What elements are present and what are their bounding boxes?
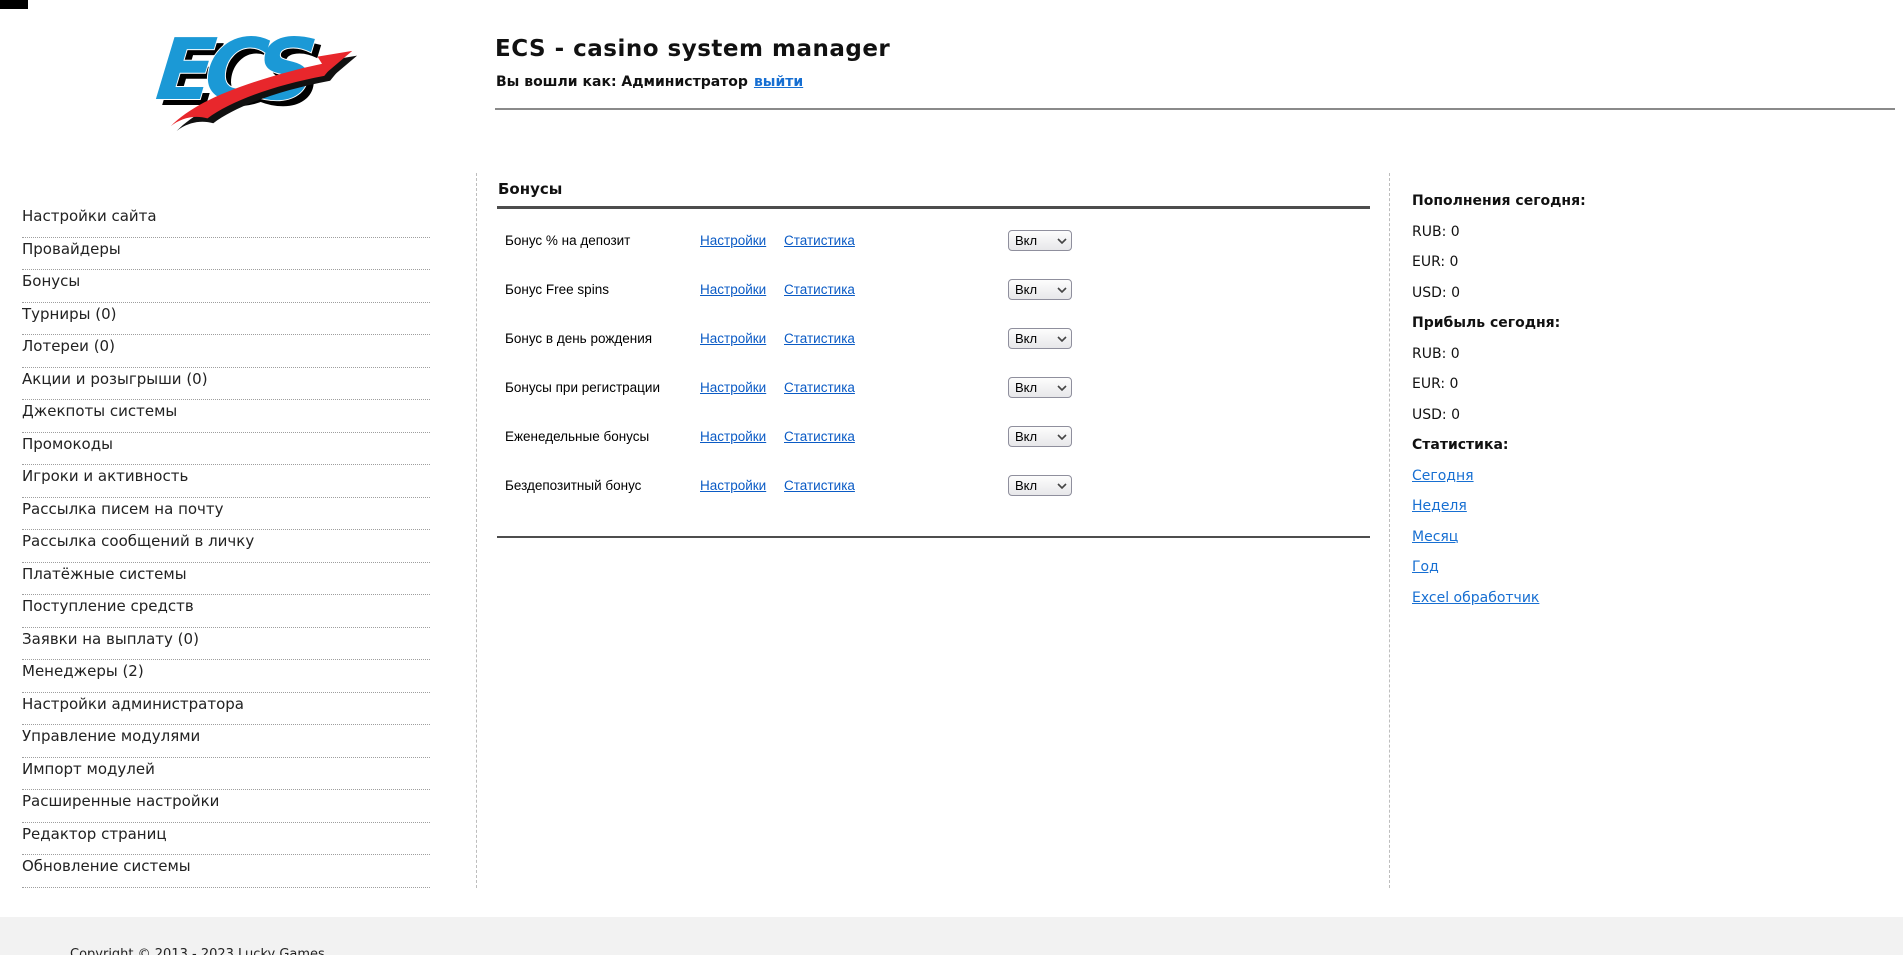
bonus-state-select-wrap: Вкл [1008, 377, 1072, 398]
bonus-statistics-link[interactable]: Статистика [784, 478, 855, 493]
bonus-settings-link[interactable]: Настройки [700, 331, 766, 346]
bonus-statistics-link[interactable]: Статистика [784, 233, 855, 248]
sidebar-item[interactable]: Обновление системы [22, 855, 430, 888]
deposit-value: RUB: 0 [1412, 223, 1852, 241]
login-status-text: Вы вошли как: Администратор [496, 74, 748, 90]
bonuses-heading: Бонусы [498, 180, 1370, 198]
bonus-state-select[interactable]: Вкл [1008, 230, 1072, 251]
sidebar-item[interactable]: Провайдеры [22, 238, 430, 271]
profit-value: EUR: 0 [1412, 375, 1852, 393]
stats-today-link[interactable]: Сегодня [1412, 467, 1852, 485]
bonuses-panel: Бонусы Бонус % на депозит Настройки Стат… [497, 180, 1370, 538]
deposits-today-heading: Пополнения сегодня: [1412, 192, 1852, 210]
sidebar-item[interactable]: Игроки и активность [22, 465, 430, 498]
sidebar-item[interactable]: Рассылка писем на почту [22, 498, 430, 531]
bonus-state-select[interactable]: Вкл [1008, 426, 1072, 447]
corner-artifact [0, 0, 28, 9]
sidebar-item[interactable]: Поступление средств [22, 595, 430, 628]
sidebar-item[interactable]: Расширенные настройки [22, 790, 430, 823]
stats-today-link[interactable]: Сегодня [1412, 467, 1474, 485]
sidebar-main-divider [476, 173, 477, 888]
bonus-label: Бонус в день рождения [497, 331, 692, 346]
profit-value: RUB: 0 [1412, 345, 1852, 363]
profit-today-heading: Прибыль сегодня: [1412, 314, 1852, 332]
bonus-state-select[interactable]: Вкл [1008, 475, 1072, 496]
bonus-rows: Бонус % на депозит Настройки Статистика … [497, 209, 1370, 510]
sidebar-item[interactable]: Турниры (0) [22, 303, 430, 336]
sidebar-item[interactable]: Менеджеры (2) [22, 660, 430, 693]
bonus-row: Бонус % на депозит Настройки Статистика … [497, 216, 1370, 265]
stats-excel-link[interactable]: Excel обработчик [1412, 589, 1539, 607]
bonus-label: Бонус Free spins [497, 282, 692, 297]
ecs-logo: ECS ECS [138, 12, 360, 136]
bonus-statistics-link[interactable]: Статистика [784, 380, 855, 395]
sidebar-item[interactable]: Промокоды [22, 433, 430, 466]
bonus-state-select[interactable]: Вкл [1008, 279, 1072, 300]
stats-month-link[interactable]: Месяц [1412, 528, 1852, 546]
bonus-state-select-wrap: Вкл [1008, 328, 1072, 349]
sidebar-item[interactable]: Импорт модулей [22, 758, 430, 791]
stats-week-link[interactable]: Неделя [1412, 497, 1467, 515]
bonus-row: Бонусы при регистрации Настройки Статист… [497, 363, 1370, 412]
bonus-row: Еженедельные бонусы Настройки Статистика… [497, 412, 1370, 461]
bonus-statistics-link[interactable]: Статистика [784, 282, 855, 297]
bonus-label: Бездепозитный бонус [497, 478, 692, 493]
sidebar-item[interactable]: Управление модулями [22, 725, 430, 758]
stats-month-link[interactable]: Месяц [1412, 528, 1458, 546]
bonus-settings-link[interactable]: Настройки [700, 233, 766, 248]
sidebar-item[interactable]: Рассылка сообщений в личку [22, 530, 430, 563]
stats-year-link[interactable]: Год [1412, 558, 1439, 576]
header-divider [495, 108, 1895, 110]
bonus-statistics-link[interactable]: Статистика [784, 429, 855, 444]
bonuses-bottom-divider [497, 536, 1370, 538]
sidebar-item[interactable]: Акции и розыгрыши (0) [22, 368, 430, 401]
bonus-statistics-link[interactable]: Статистика [784, 331, 855, 346]
stats-excel-link[interactable]: Excel обработчик [1412, 589, 1852, 607]
sidebar-item[interactable]: Лотереи (0) [22, 335, 430, 368]
copyright-text: Copyright © 2013 - 2023 Lucky Games [70, 947, 325, 955]
sidebar-item[interactable]: Платёжные системы [22, 563, 430, 596]
sidebar-menu: Настройки сайтаПровайдерыБонусыТурниры (… [22, 205, 430, 888]
bonus-label: Еженедельные бонусы [497, 429, 692, 444]
bonus-settings-link[interactable]: Настройки [700, 282, 766, 297]
main-right-divider [1389, 173, 1390, 888]
bonus-settings-link[interactable]: Настройки [700, 478, 766, 493]
page-footer: Copyright © 2013 - 2023 Lucky Games [0, 917, 1903, 955]
sidebar-item[interactable]: Настройки администратора [22, 693, 430, 726]
sidebar-item[interactable]: Заявки на выплату (0) [22, 628, 430, 661]
deposit-value: USD: 0 [1412, 284, 1852, 302]
bonus-state-select-wrap: Вкл [1008, 426, 1072, 447]
bonus-label: Бонусы при регистрации [497, 380, 692, 395]
bonus-settings-link[interactable]: Настройки [700, 380, 766, 395]
statistics-heading: Статистика: [1412, 436, 1852, 454]
sidebar-item[interactable]: Редактор страниц [22, 823, 430, 856]
bonus-state-select[interactable]: Вкл [1008, 328, 1072, 349]
bonus-settings-link[interactable]: Настройки [700, 429, 766, 444]
today-stats-panel: Пополнения сегодня: RUB: 0 EUR: 0 USD: 0 При… [1412, 192, 1852, 619]
stats-week-link[interactable]: Неделя [1412, 497, 1852, 515]
stats-year-link[interactable]: Год [1412, 558, 1852, 576]
logout-link[interactable]: выйти [754, 74, 803, 90]
bonus-state-select[interactable]: Вкл [1008, 377, 1072, 398]
bonus-row: Бездепозитный бонус Настройки Статистика… [497, 461, 1370, 510]
sidebar-item[interactable]: Джекпоты системы [22, 400, 430, 433]
sidebar-item[interactable]: Настройки сайта [22, 205, 430, 238]
page-title: ECS - casino system manager [495, 36, 890, 62]
profit-value: USD: 0 [1412, 406, 1852, 424]
bonus-row: Бонус Free spins Настройки Статистика Вк… [497, 265, 1370, 314]
login-status: Вы вошли как: Администратор выйти [496, 74, 803, 90]
bonus-state-select-wrap: Вкл [1008, 279, 1072, 300]
bonus-row: Бонус в день рождения Настройки Статисти… [497, 314, 1370, 363]
bonus-state-select-wrap: Вкл [1008, 230, 1072, 251]
bonus-state-select-wrap: Вкл [1008, 475, 1072, 496]
deposit-value: EUR: 0 [1412, 253, 1852, 271]
sidebar-item[interactable]: Бонусы [22, 270, 430, 303]
bonus-label: Бонус % на депозит [497, 233, 692, 248]
